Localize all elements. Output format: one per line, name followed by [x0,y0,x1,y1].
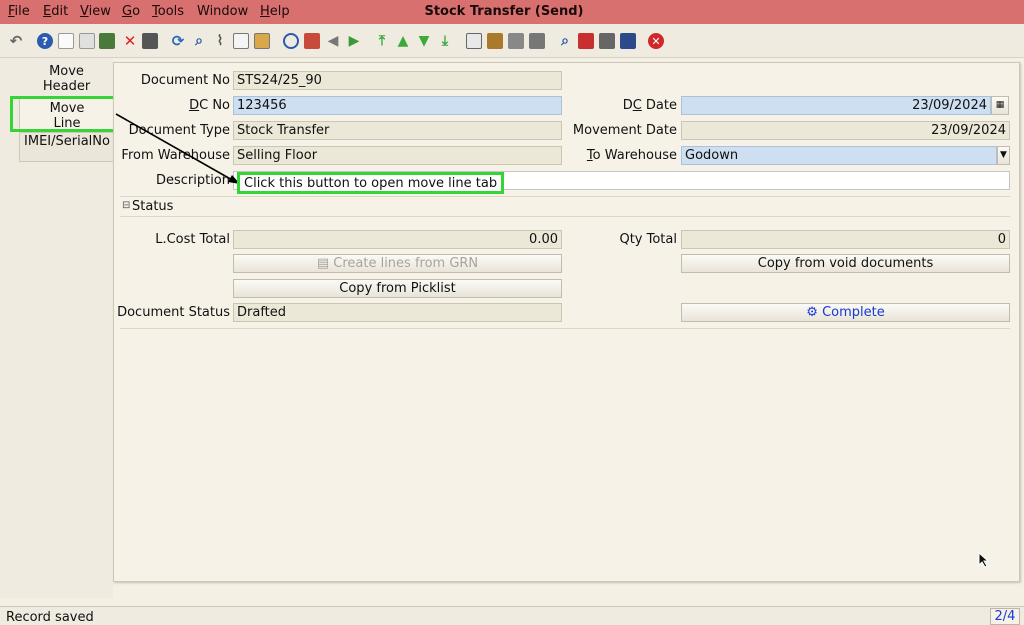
annotation-arrow [115,113,240,184]
mouse-cursor-icon [978,552,990,568]
record-count[interactable]: 2/4 [990,608,1020,625]
status-bar: Record saved 2/4 [0,606,1024,625]
status-message: Record saved [6,610,94,625]
annotation-tooltip: Click this button to open move line tab [237,172,505,194]
